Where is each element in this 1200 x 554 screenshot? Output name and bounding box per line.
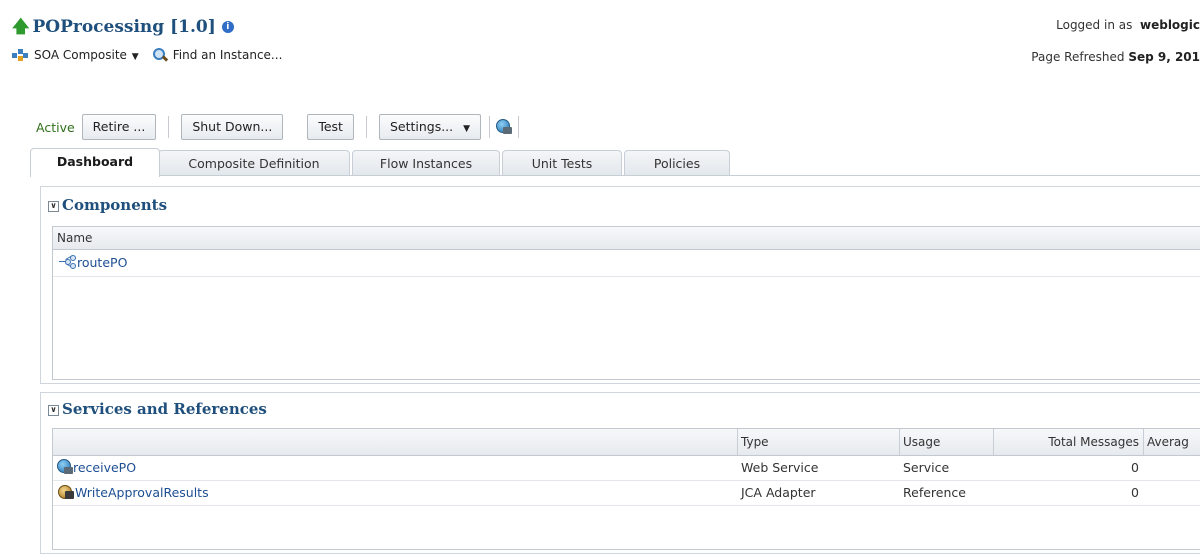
web-service-test-icon[interactable] [496, 119, 513, 135]
info-icon[interactable]: i [221, 21, 234, 33]
login-prefix: Logged in as [1056, 18, 1133, 32]
column-header-type[interactable]: Type [741, 429, 769, 455]
refreshed-prefix: Page Refreshed [1031, 50, 1125, 64]
toolbar-divider [489, 116, 491, 138]
collapse-icon[interactable]: ∨ [48, 405, 59, 416]
components-header[interactable]: ∨ Components [48, 196, 167, 214]
components-table-header: Name [53, 227, 1200, 250]
find-instance-link[interactable]: Find an Instance... [173, 48, 283, 62]
column-header-average[interactable]: Averag [1147, 429, 1189, 455]
tab-composite-definition[interactable]: Composite Definition [158, 150, 350, 176]
toolbar-divider [518, 116, 520, 138]
soa-composite-menu[interactable]: SOA Composite ▼ [34, 48, 139, 62]
chevron-down-icon: ▼ [128, 52, 139, 62]
web-service-icon [57, 459, 73, 475]
route-icon [59, 255, 77, 269]
settings-label: Settings... [389, 119, 454, 134]
soa-composite-label: SOA Composite [34, 48, 127, 62]
cell-usage: Reference [903, 485, 966, 500]
retire-button[interactable]: Retire ... [81, 114, 157, 140]
column-header-usage[interactable]: Usage [903, 429, 940, 455]
refreshed-value: Sep 9, 201 [1128, 50, 1200, 64]
cell-total-messages: 0 [1131, 485, 1139, 500]
collapse-icon[interactable]: ∨ [48, 201, 59, 212]
tab-dashboard[interactable]: Dashboard [30, 148, 160, 177]
status-active: Active [36, 119, 75, 135]
services-table-header: Type Usage Total Messages Averag [53, 429, 1200, 456]
service-link[interactable]: receivePO [73, 460, 136, 475]
services-title: Services and References [62, 400, 267, 418]
cell-usage: Service [903, 460, 950, 475]
table-row[interactable]: receivePO Web Service Service 0 [53, 456, 1200, 481]
services-table: Type Usage Total Messages Averag receive… [52, 428, 1200, 550]
test-button[interactable]: Test [307, 114, 354, 140]
login-info: Logged in as weblogic [1056, 18, 1200, 32]
tab-bar: Dashboard Composite Definition Flow Inst… [30, 146, 1200, 177]
reference-link[interactable]: WriteApprovalResults [75, 485, 209, 500]
up-arrow-icon: 🡅 [12, 17, 30, 37]
column-divider [1143, 429, 1144, 455]
soa-composite-icon [12, 49, 28, 61]
toolbar-divider [168, 116, 170, 138]
column-divider [899, 429, 900, 455]
toolbar-divider [365, 116, 367, 138]
services-header[interactable]: ∨ Services and References [48, 400, 267, 418]
column-header-name[interactable]: Name [57, 227, 92, 249]
composite-title: POProcessing [1.0] [32, 17, 216, 37]
composite-subnav: SOA Composite ▼ Find an Instance... [12, 48, 282, 62]
tab-policies[interactable]: Policies [624, 150, 730, 176]
table-row[interactable]: routePO [53, 250, 1200, 277]
column-divider [737, 429, 738, 455]
chevron-down-icon: ▼ [463, 124, 471, 134]
column-header-total-messages[interactable]: Total Messages [997, 429, 1139, 455]
settings-button[interactable]: Settings... ▼ [378, 114, 482, 140]
tab-flow-instances[interactable]: Flow Instances [352, 150, 500, 176]
cell-type: Web Service [741, 460, 819, 475]
cell-total-messages: 0 [1131, 460, 1139, 475]
shutdown-button[interactable]: Shut Down... [181, 114, 284, 140]
table-row[interactable]: WriteApprovalResults JCA Adapter Referen… [53, 481, 1200, 506]
cell-type: JCA Adapter [741, 485, 816, 500]
tab-unit-tests[interactable]: Unit Tests [502, 150, 622, 176]
login-user: weblogic [1140, 18, 1200, 32]
page-title: 🡅 POProcessing [1.0] i [12, 14, 234, 43]
components-title: Components [62, 196, 168, 214]
jca-adapter-icon [57, 484, 75, 500]
page-refreshed: Page Refreshed Sep 9, 201 [1031, 50, 1200, 64]
column-divider [993, 429, 994, 455]
composite-toolbar: Active Retire ... Shut Down... Test Sett… [36, 114, 520, 140]
components-table: Name routePO [52, 226, 1200, 380]
component-link[interactable]: routePO [77, 255, 127, 270]
tab-baseline [30, 175, 1200, 176]
search-icon [152, 48, 167, 62]
